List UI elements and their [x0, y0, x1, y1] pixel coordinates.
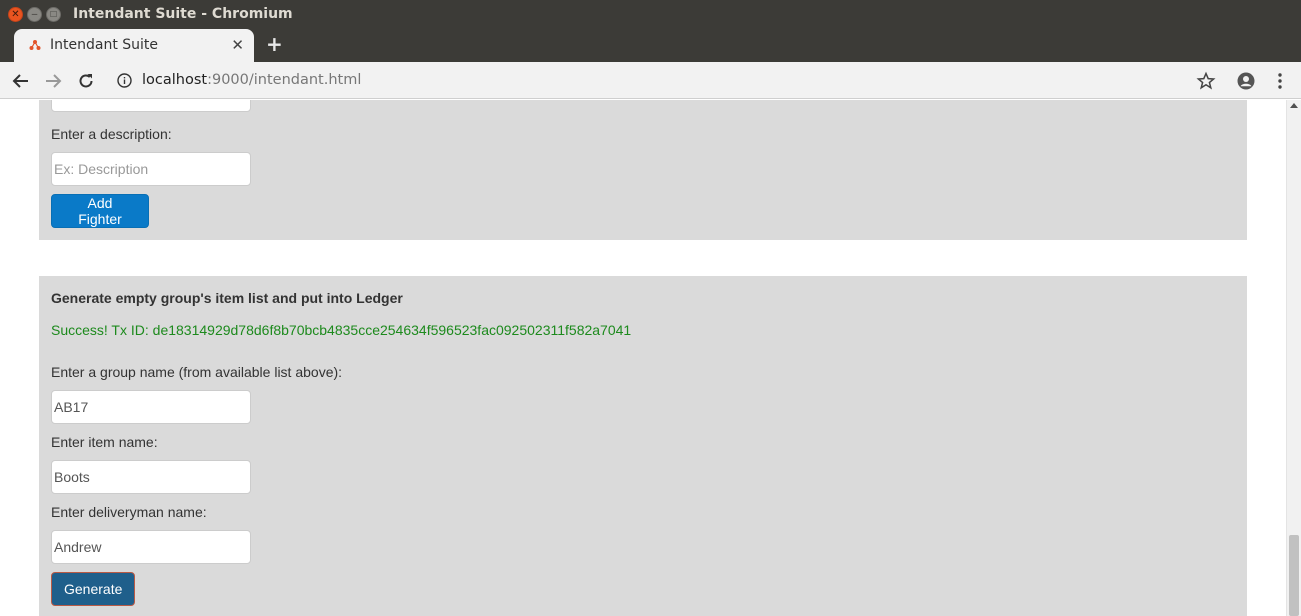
window-maximize-icon[interactable]: □ [46, 7, 61, 22]
address-bar-url[interactable]: localhost:9000/intendant.html [142, 72, 361, 88]
group-name-label: Enter a group name (from available list … [51, 364, 343, 380]
deliveryman-name-label: Enter deliveryman name: [51, 504, 207, 520]
panel-heading: Generate empty group's item list and put… [51, 290, 403, 306]
window-minimize-icon[interactable]: – [27, 7, 42, 22]
deliveryman-name-input[interactable] [51, 530, 251, 564]
window-controls: ✕ – □ [8, 7, 61, 22]
description-input[interactable] [51, 152, 251, 186]
kebab-menu-icon[interactable] [1270, 71, 1290, 91]
scrollbar-thumb[interactable] [1289, 535, 1299, 616]
tab-favicon-icon [29, 40, 41, 50]
url-host: localhost [142, 72, 208, 88]
add-fighter-button[interactable]: Add Fighter [51, 194, 149, 228]
generate-button[interactable]: Generate [51, 572, 135, 606]
window-close-icon[interactable]: ✕ [8, 7, 23, 22]
fighter-id-input[interactable] [51, 100, 251, 112]
scroll-up-arrow-icon[interactable] [1290, 103, 1298, 108]
url-path: :9000/intendant.html [207, 72, 362, 88]
tab-close-icon[interactable]: ✕ [231, 36, 244, 54]
browser-toolbar: localhost:9000/intendant.html [0, 62, 1301, 99]
vertical-scrollbar[interactable] [1286, 100, 1301, 616]
generate-item-list-panel: Generate empty group's item list and put… [39, 276, 1247, 616]
forward-arrow-icon[interactable] [42, 70, 64, 92]
tab-title: Intendant Suite [50, 37, 159, 53]
browser-tab[interactable]: Intendant Suite ✕ [14, 29, 254, 62]
page-viewport: Enter a description: Add Fighter Generat… [0, 100, 1286, 616]
account-icon[interactable] [1236, 71, 1256, 91]
item-name-label: Enter item name: [51, 434, 158, 450]
bookmark-star-icon[interactable] [1196, 71, 1216, 91]
window-title: Intendant Suite - Chromium [73, 6, 293, 22]
success-message: Success! Tx ID: de18314929d78d6f8b70bcb4… [51, 322, 632, 338]
reload-icon[interactable] [75, 70, 97, 92]
item-name-input[interactable] [51, 460, 251, 494]
site-info-icon[interactable] [117, 73, 132, 88]
description-label: Enter a description: [51, 126, 172, 142]
window-titlebar: ✕ – □ Intendant Suite - Chromium Intenda… [0, 0, 1301, 62]
new-tab-plus-icon[interactable]: + [266, 32, 283, 56]
back-arrow-icon[interactable] [10, 70, 32, 92]
group-name-input[interactable] [51, 390, 251, 424]
add-fighter-panel: Enter a description: Add Fighter [39, 100, 1247, 240]
